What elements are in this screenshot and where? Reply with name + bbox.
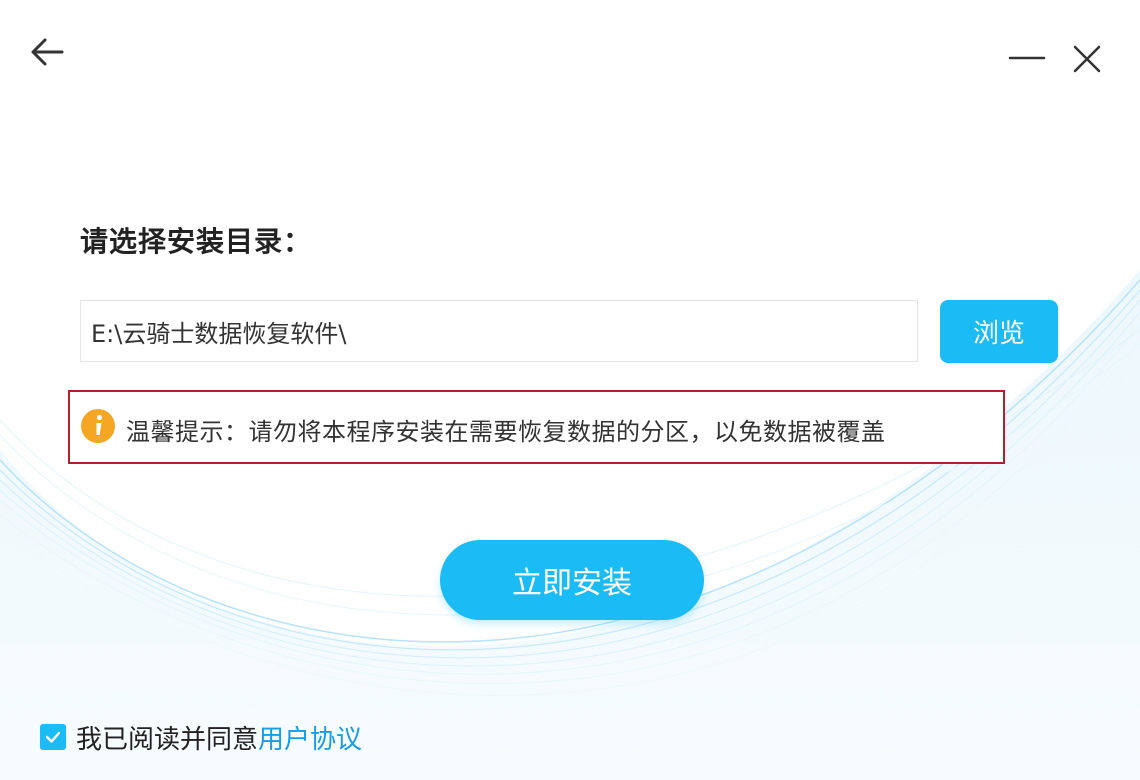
- close-icon: [1073, 45, 1101, 73]
- warning-tip: 温馨提示：请勿将本程序安装在需要恢复数据的分区，以免数据被覆盖: [68, 390, 1005, 464]
- installer-window: 请选择安装目录： 浏览 温馨提示：请勿将本程序安装在需要恢复数据的分区，以免数据…: [0, 0, 1140, 780]
- agreement-text: 我已阅读并同意: [76, 724, 259, 755]
- minimize-icon: [1008, 56, 1046, 60]
- close-button[interactable]: [1068, 40, 1106, 78]
- install-path-input[interactable]: [80, 300, 918, 362]
- checkmark-icon: [45, 731, 61, 743]
- info-icon: [81, 409, 115, 443]
- agreement-row: 我已阅读并同意 用户协议: [40, 719, 362, 756]
- arrow-left-icon: [31, 38, 64, 66]
- user-agreement-link[interactable]: 用户协议: [258, 719, 362, 756]
- minimize-button[interactable]: [1006, 40, 1048, 76]
- install-now-button[interactable]: 立即安装: [440, 540, 704, 620]
- browse-button[interactable]: 浏览: [940, 300, 1058, 363]
- agreement-checkbox[interactable]: [40, 724, 66, 750]
- install-directory-label: 请选择安装目录：: [80, 225, 313, 258]
- warning-text: 温馨提示：请勿将本程序安装在需要恢复数据的分区，以免数据被覆盖: [126, 418, 886, 446]
- back-button[interactable]: [28, 34, 68, 70]
